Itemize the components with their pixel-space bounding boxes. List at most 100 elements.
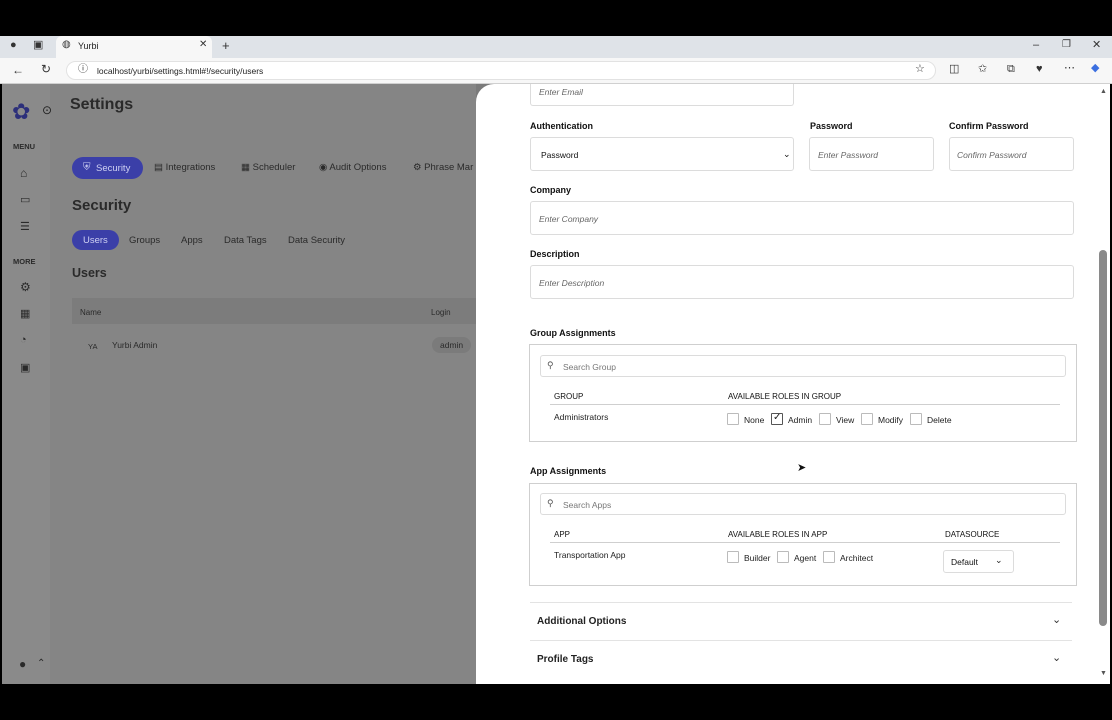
expand-sidebar-icon[interactable]: ⊙	[42, 103, 52, 117]
restore-icon[interactable]: ❐	[1062, 40, 1071, 50]
tab-integrations[interactable]: ▤ Integrations	[154, 162, 215, 173]
company-placeholder: Enter Company	[539, 214, 599, 224]
col-datasource: DATASOURCE	[945, 530, 1000, 539]
description-field[interactable]	[530, 265, 1074, 299]
close-window-icon[interactable]: ✕	[1092, 40, 1101, 51]
scroll-down-arrow-icon[interactable]: ▼	[1100, 670, 1107, 677]
col-app: APP	[554, 530, 571, 539]
messages-icon[interactable]: ▣	[20, 361, 30, 374]
group-header-divider	[550, 404, 1060, 405]
role-delete-label: Delete	[927, 415, 952, 425]
settings-gear-icon[interactable]: ⚙	[20, 280, 31, 294]
col-group: GROUP	[554, 392, 584, 401]
password-label: Password	[810, 121, 853, 131]
role-admin-checkbox[interactable]: ✓	[771, 412, 783, 425]
role-builder-checkbox[interactable]	[727, 551, 739, 563]
refresh-icon[interactable]: ↻	[41, 63, 51, 75]
subtab-data-tags[interactable]: Data Tags	[224, 235, 267, 246]
folder-icon[interactable]: ▭	[20, 193, 30, 206]
home-icon[interactable]: ⌂	[20, 166, 27, 180]
company-label: Company	[530, 185, 572, 195]
browser-tab-title: Yurbi	[78, 41, 99, 51]
chevron-up-icon[interactable]: ⌃	[37, 658, 45, 669]
col-name: Name	[80, 308, 102, 317]
page-title: Settings	[70, 96, 134, 113]
role-view-label: View	[836, 415, 855, 425]
subtab-groups[interactable]: Groups	[129, 235, 160, 246]
tab-security[interactable]: ⛨ Security	[72, 157, 143, 179]
audit-icon[interactable]: ◔	[20, 334, 27, 346]
profile-tags-accordion[interactable]	[530, 641, 1072, 678]
tab-security-label: Security	[96, 163, 131, 174]
users-title: Users	[72, 266, 107, 280]
search-apps-input[interactable]	[540, 493, 1066, 515]
info-icon[interactable]: ⓘ	[78, 65, 88, 75]
avatar: YA	[88, 342, 98, 351]
tab-phrase-manager[interactable]: ⚙ Phrase Mar	[413, 162, 473, 173]
role-view-checkbox[interactable]	[819, 413, 831, 425]
profile-tags-title: Profile Tags	[537, 654, 594, 665]
role-builder-label: Builder	[744, 553, 771, 563]
drawer-scrollbar-thumb[interactable]	[1099, 250, 1107, 626]
more-label: MORE	[13, 257, 36, 266]
tab-actions-icon[interactable]: ▣	[33, 40, 43, 51]
search-group-input[interactable]	[540, 355, 1066, 377]
copilot-icon[interactable]: ◆	[1091, 63, 1099, 74]
chevron-down-icon: ⌄	[995, 555, 1003, 565]
calendar-icon[interactable]: ▦	[20, 307, 30, 320]
role-architect-label: Architect	[840, 553, 874, 563]
role-delete-checkbox[interactable]	[910, 413, 922, 425]
role-none-label: None	[744, 415, 765, 425]
app-assignments-title: App Assignments	[530, 466, 607, 476]
subtab-users[interactable]: Users	[72, 230, 119, 250]
subtab-users-label: Users	[83, 235, 108, 246]
favorite-star-icon[interactable]: ☆	[915, 64, 925, 75]
back-icon[interactable]: ←	[12, 64, 24, 76]
favorites-icon[interactable]: ✩	[978, 64, 987, 75]
email-placeholder: Enter Email	[539, 87, 583, 97]
subtab-apps[interactable]: Apps	[181, 235, 203, 246]
role-agent-checkbox[interactable]	[777, 551, 789, 563]
table-row[interactable]: YA Yurbi Admin admin	[72, 330, 476, 362]
company-field[interactable]	[530, 201, 1074, 235]
user-name: Yurbi Admin	[112, 340, 158, 350]
subtab-data-security[interactable]: Data Security	[288, 235, 345, 246]
tab-integrations-label: Integrations	[165, 162, 216, 173]
checkmark-icon: ✓	[773, 412, 782, 423]
collections-icon[interactable]: ⧉	[1007, 64, 1015, 75]
split-screen-icon[interactable]: ◫	[949, 64, 959, 75]
profile-icon[interactable]: ●	[10, 40, 17, 51]
col-login: Login	[431, 308, 451, 317]
menu-label: MENU	[13, 142, 36, 151]
user-login: admin	[432, 337, 472, 353]
group-row-name: Administrators	[554, 412, 609, 422]
tab-audit-options-label: Audit Options	[329, 162, 387, 173]
description-label: Description	[530, 249, 580, 259]
minimize-icon[interactable]: –	[1033, 40, 1039, 51]
role-modify-label: Modify	[878, 415, 904, 425]
new-tab-icon[interactable]: +	[222, 39, 230, 52]
confirm-password-label: Confirm Password	[949, 121, 1029, 131]
scroll-up-arrow-icon[interactable]: ▲	[1100, 88, 1107, 95]
group-assignments-title: Group Assignments	[530, 328, 616, 338]
role-modify-checkbox[interactable]	[861, 413, 873, 425]
tab-audit-options[interactable]: ◉ Audit Options	[319, 162, 386, 173]
confirm-password-placeholder: Confirm Password	[957, 150, 1027, 160]
search-group-placeholder: Search Group	[563, 362, 616, 372]
more-menu-icon[interactable]: ⋯	[1064, 63, 1075, 74]
tab-scheduler[interactable]: ▦ Scheduler	[241, 162, 295, 173]
database-icon[interactable]: ☰	[20, 220, 30, 233]
tab-phrase-label: Phrase Mar	[424, 162, 474, 173]
section-title: Security	[72, 197, 132, 214]
col-roles-in-group: AVAILABLE ROLES IN GROUP	[728, 392, 842, 401]
tab-scheduler-label: Scheduler	[252, 162, 296, 173]
role-none-checkbox[interactable]	[727, 413, 739, 425]
role-architect-checkbox[interactable]	[823, 551, 835, 563]
col-roles-in-app: AVAILABLE ROLES IN APP	[728, 530, 828, 539]
authentication-label: Authentication	[530, 121, 593, 131]
user-account-icon[interactable]: ●	[19, 657, 26, 671]
extensions-icon[interactable]: ♥	[1036, 64, 1043, 75]
search-icon: ⚲	[547, 498, 554, 508]
authentication-value: Password	[541, 150, 579, 160]
close-tab-icon[interactable]: ✕	[199, 40, 207, 50]
